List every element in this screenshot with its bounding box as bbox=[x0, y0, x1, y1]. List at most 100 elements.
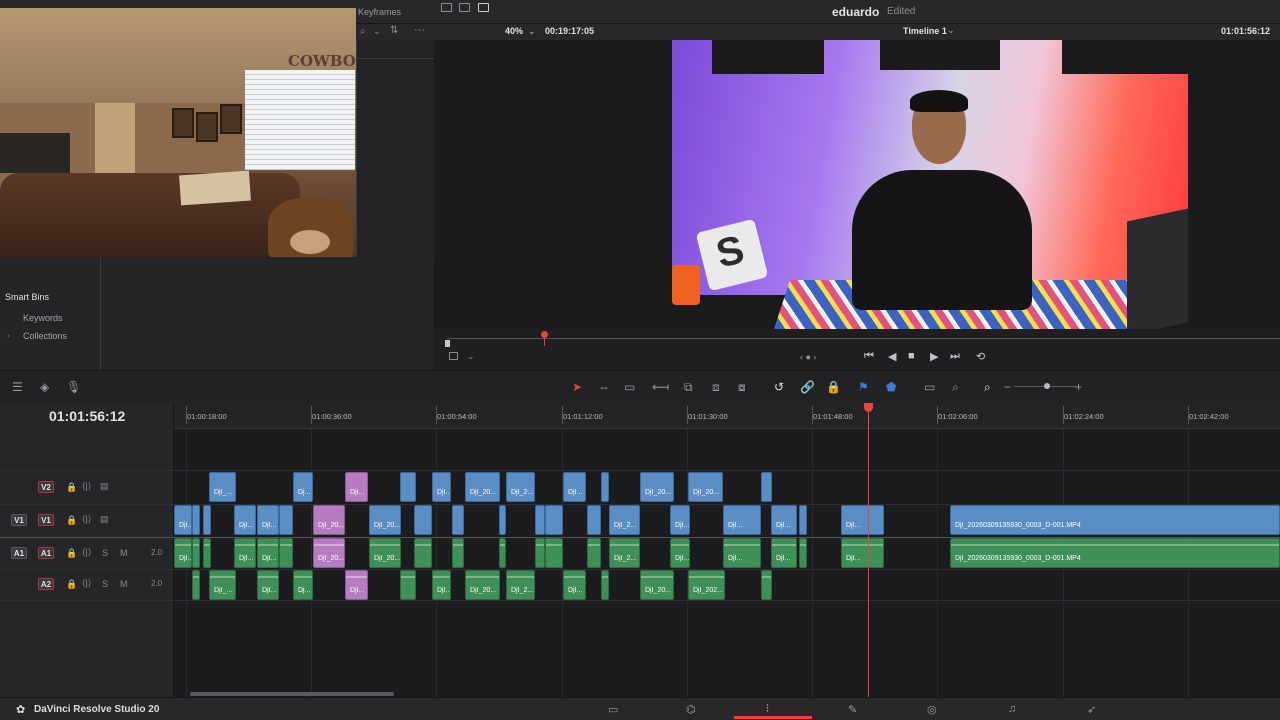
crop-icon[interactable] bbox=[449, 352, 458, 360]
bin-item-keywords[interactable]: Keywords bbox=[23, 313, 63, 323]
audio-clip[interactable] bbox=[545, 538, 563, 568]
audio-clip[interactable]: DjI_20... bbox=[640, 570, 674, 600]
audio-clip[interactable] bbox=[203, 538, 211, 568]
track-v1-label[interactable]: V1 bbox=[38, 514, 54, 526]
audio-clip[interactable]: DjI... bbox=[257, 570, 279, 600]
chevron-down-icon[interactable]: ⌄ bbox=[373, 26, 381, 37]
solo-button[interactable]: S bbox=[102, 548, 108, 558]
audio-clip[interactable] bbox=[799, 538, 807, 568]
zoom-in-icon[interactable]: + bbox=[1075, 380, 1082, 394]
lock-icon[interactable]: 🔒 bbox=[66, 515, 77, 526]
audio-clip[interactable]: DjI... bbox=[771, 538, 797, 568]
stop-icon[interactable]: ■ bbox=[908, 350, 915, 362]
timeline-options-icon[interactable]: ☰ bbox=[12, 380, 23, 394]
solo-button[interactable]: S bbox=[102, 579, 108, 589]
zoom-full-icon[interactable]: ▭ bbox=[924, 380, 935, 394]
audio-clip[interactable]: DjI_2... bbox=[609, 538, 640, 568]
audio-clip[interactable]: DjI... bbox=[723, 538, 761, 568]
audio-clip[interactable] bbox=[192, 538, 200, 568]
video-clip[interactable]: DjI... bbox=[841, 505, 884, 535]
audio-clip[interactable]: DjI_202... bbox=[688, 570, 725, 600]
audio-clip[interactable]: DjI_20260309135930_0003_D-001.MP4 bbox=[950, 538, 1280, 568]
video-clip[interactable]: DjI_20... bbox=[313, 505, 345, 535]
audio-clip[interactable]: DjI... bbox=[841, 538, 884, 568]
single-viewer-icon[interactable] bbox=[478, 3, 489, 12]
zoom-custom-icon[interactable]: ⌕ bbox=[984, 380, 991, 395]
timeline-selector[interactable]: Timeline 1 bbox=[903, 26, 947, 36]
blade-icon[interactable]: ⟻ bbox=[652, 380, 669, 394]
video-clip[interactable]: DjI_20... bbox=[465, 472, 500, 502]
audio-clip[interactable]: DjI... bbox=[432, 570, 451, 600]
dest-track-a1[interactable]: A1 bbox=[11, 547, 27, 559]
insert-clip-icon[interactable]: ⧉ bbox=[684, 380, 693, 395]
horizontal-scrollbar[interactable] bbox=[190, 692, 394, 696]
video-clip[interactable] bbox=[799, 505, 807, 535]
viewer-frame[interactable]: S bbox=[672, 40, 1188, 329]
trim-edit-icon[interactable]: ⇔ bbox=[598, 380, 610, 394]
video-clip[interactable]: DjI... bbox=[563, 472, 586, 502]
video-clip[interactable]: DjI... bbox=[174, 505, 192, 535]
chevron-down-icon[interactable]: ⌄ bbox=[947, 25, 955, 36]
selection-arrow-icon[interactable]: ➤ bbox=[572, 380, 582, 394]
video-clip[interactable]: DjI_2... bbox=[609, 505, 640, 535]
lock-icon[interactable]: 🔒 bbox=[66, 548, 77, 559]
auto-select-icon[interactable]: ⟨|⟩ bbox=[82, 547, 91, 558]
audio-clip[interactable] bbox=[452, 538, 464, 568]
skip-forward-icon[interactable]: ⏭ bbox=[950, 350, 960, 363]
auto-select-icon[interactable]: ⟨|⟩ bbox=[82, 514, 91, 525]
video-clip[interactable] bbox=[761, 472, 772, 502]
audio-clip[interactable] bbox=[535, 538, 545, 568]
audio-clip[interactable]: Dj... bbox=[293, 570, 313, 600]
auto-select-icon[interactable]: ⟨|⟩ bbox=[82, 481, 91, 492]
edit-page-icon[interactable]: ⫶ bbox=[766, 703, 769, 716]
audio-meter-icon[interactable]: ◈ bbox=[40, 380, 49, 394]
video-clip[interactable]: DjI... bbox=[345, 472, 368, 502]
video-clip[interactable] bbox=[414, 505, 432, 535]
play-reverse-icon[interactable]: ◀ bbox=[888, 350, 896, 363]
snapping-icon[interactable]: ↺ bbox=[774, 380, 784, 394]
linked-selection-icon[interactable]: 🔗 bbox=[800, 380, 815, 394]
video-clip[interactable] bbox=[203, 505, 211, 535]
track-enable-icon[interactable]: ▤ bbox=[100, 481, 109, 492]
video-clip[interactable] bbox=[499, 505, 506, 535]
skip-back-icon[interactable]: ⏮ bbox=[864, 350, 874, 363]
track-enable-icon[interactable]: ▤ bbox=[100, 514, 109, 525]
track-v2-label[interactable]: V2 bbox=[38, 481, 54, 493]
mute-button[interactable]: M bbox=[120, 579, 128, 589]
fusion-page-icon[interactable]: ✎ bbox=[848, 703, 857, 716]
audio-clip[interactable]: DjI_20... bbox=[369, 538, 401, 568]
playhead-handle[interactable] bbox=[864, 403, 873, 412]
video-clip[interactable] bbox=[400, 472, 416, 502]
deliver-page-icon[interactable]: ➶ bbox=[1087, 703, 1096, 716]
audio-clip[interactable]: DjI... bbox=[257, 538, 279, 568]
viewer-zoom[interactable]: 40% bbox=[505, 26, 523, 36]
audio-clip[interactable]: DjI_... bbox=[209, 570, 236, 600]
lock-icon[interactable]: 🔒 bbox=[826, 380, 841, 394]
search-icon[interactable]: ⌕ bbox=[360, 26, 366, 37]
video-clip[interactable]: DjI... bbox=[771, 505, 797, 535]
marker-icon[interactable]: ⬟ bbox=[886, 380, 896, 394]
video-clip[interactable]: DjI_... bbox=[209, 472, 236, 502]
color-page-icon[interactable]: ◎ bbox=[927, 703, 937, 716]
track-a2-label[interactable]: A2 bbox=[38, 578, 54, 590]
cut-page-icon[interactable]: ⌬ bbox=[686, 703, 696, 716]
bin-item-collections[interactable]: Collections bbox=[23, 331, 67, 341]
video-clip[interactable]: DjI_20... bbox=[369, 505, 401, 535]
video-clip[interactable]: Dj... bbox=[293, 472, 313, 502]
replace-clip-icon[interactable]: ⧇ bbox=[738, 380, 746, 395]
video-clip[interactable] bbox=[535, 505, 545, 535]
video-clip[interactable]: DjI... bbox=[234, 505, 256, 535]
keyframes-label[interactable]: Keyframes bbox=[358, 7, 401, 17]
chevron-right-icon[interactable]: › bbox=[7, 331, 10, 340]
zoom-detail-icon[interactable]: ⌕ bbox=[952, 380, 959, 395]
mute-button[interactable]: M bbox=[120, 548, 128, 558]
audio-clip[interactable]: DjI... bbox=[345, 570, 368, 600]
timeline-playhead[interactable] bbox=[868, 403, 869, 697]
zoom-out-icon[interactable]: − bbox=[1004, 380, 1011, 394]
audio-clip[interactable] bbox=[192, 570, 200, 600]
video-clip[interactable]: DjI_20260309135930_0003_D-001.MP4 bbox=[950, 505, 1280, 535]
video-clip[interactable]: DjI_20... bbox=[640, 472, 674, 502]
audio-clip[interactable]: DjI... bbox=[670, 538, 690, 568]
audio-clip[interactable]: DjI... bbox=[234, 538, 256, 568]
video-clip[interactable]: DjI... bbox=[670, 505, 690, 535]
